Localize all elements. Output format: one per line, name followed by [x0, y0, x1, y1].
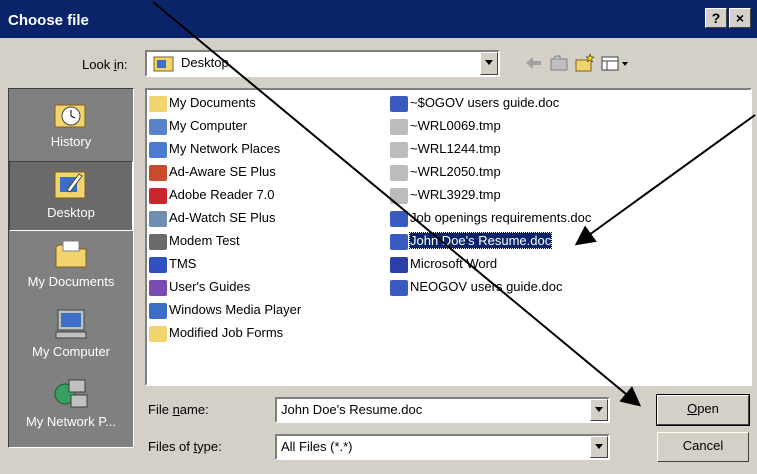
my-documents-icon — [149, 95, 167, 112]
file-name-input[interactable]: John Doe's Resume.doc — [275, 397, 610, 423]
file-list-item[interactable]: Ad-Watch SE Plus — [149, 207, 275, 229]
file-name-text: My Documents — [169, 95, 256, 110]
file-name-text: User's Guides — [169, 279, 251, 294]
place-desktop[interactable]: Desktop — [9, 161, 133, 231]
folder-icon — [55, 240, 87, 268]
tmp-file-icon — [390, 118, 408, 135]
file-list-item[interactable]: User's Guides — [149, 276, 250, 298]
window-title: Choose file — [8, 12, 89, 29]
word-doc-icon — [390, 233, 408, 250]
file-name-text: Adobe Reader 7.0 — [169, 187, 275, 202]
word-doc-icon — [390, 279, 408, 296]
help-button[interactable]: ? — [705, 8, 727, 28]
users-guides-icon — [149, 279, 167, 296]
look-in-dropdown-arrow[interactable] — [480, 52, 498, 75]
file-name-text: ~WRL1244.tmp — [410, 141, 501, 156]
file-name-text: Windows Media Player — [169, 302, 302, 317]
tmp-file-icon — [390, 187, 408, 204]
ad-watch-icon — [149, 210, 167, 227]
file-name-text: Job openings requirements.doc — [410, 210, 592, 225]
file-name-text: ~WRL0069.tmp — [410, 118, 501, 133]
modem-test-icon — [149, 233, 167, 250]
places-bar: History Desktop My Documents My Computer… — [8, 88, 134, 448]
network-icon — [54, 379, 88, 408]
place-my-documents[interactable]: My Documents — [9, 231, 133, 301]
file-list-item[interactable]: John Doe's Resume.doc — [390, 230, 553, 252]
file-list-item[interactable]: My Computer — [149, 115, 247, 137]
word-doc-icon — [390, 210, 408, 227]
word-app-icon — [390, 256, 408, 273]
back-icon[interactable] — [522, 52, 544, 74]
cancel-button[interactable]: Cancel — [657, 432, 749, 462]
file-name-text: NEOGOV users guide.doc — [410, 279, 563, 294]
desktop-icon — [54, 171, 86, 199]
file-list-item[interactable]: Job openings requirements.doc — [390, 207, 591, 229]
place-my-computer[interactable]: My Computer — [9, 301, 133, 371]
file-list-item[interactable]: NEOGOV users guide.doc — [390, 276, 562, 298]
file-type-label: Files of type: — [148, 439, 222, 454]
tms-icon — [149, 256, 167, 273]
file-list-item[interactable]: Windows Media Player — [149, 299, 301, 321]
look-in-combo[interactable]: Desktop — [145, 50, 500, 77]
word-doc-icon — [390, 95, 408, 112]
file-list-item[interactable]: ~WRL0069.tmp — [390, 115, 501, 137]
title-bar: Choose file ? × — [0, 0, 757, 38]
file-name-text: ~$OGOV users guide.doc — [410, 95, 560, 110]
my-computer-icon — [149, 118, 167, 135]
file-name-dropdown-arrow[interactable] — [590, 399, 608, 421]
folder-icon — [149, 325, 167, 342]
open-button[interactable]: Open — [656, 394, 750, 426]
tmp-file-icon — [390, 141, 408, 158]
file-name-text: John Doe's Resume.doc — [408, 232, 553, 249]
computer-icon — [55, 309, 87, 339]
desktop-icon — [153, 56, 174, 72]
file-list-item[interactable]: ~WRL1244.tmp — [390, 138, 501, 160]
adobe-reader-icon — [149, 187, 167, 204]
file-list-item[interactable]: ~$OGOV users guide.doc — [390, 92, 559, 114]
file-name-text: Modem Test — [169, 233, 240, 248]
file-name-text: Ad-Watch SE Plus — [169, 210, 276, 225]
file-name-text: Modified Job Forms — [169, 325, 284, 340]
ad-aware-icon — [149, 164, 167, 181]
file-list-item[interactable]: Microsoft Word — [390, 253, 497, 275]
up-folder-icon[interactable] — [548, 52, 570, 74]
file-list-item[interactable]: Adobe Reader 7.0 — [149, 184, 275, 206]
look-in-label: Look in: — [82, 57, 128, 72]
file-list-item[interactable]: My Documents — [149, 92, 256, 114]
file-name-text: ~WRL2050.tmp — [410, 164, 501, 179]
file-name-text: Ad-Aware SE Plus — [169, 164, 276, 179]
file-name-text: My Network Places — [169, 141, 281, 156]
file-list-item[interactable]: TMS — [149, 253, 196, 275]
file-name-text: ~WRL3929.tmp — [410, 187, 501, 202]
place-my-network[interactable]: My Network P... — [9, 371, 133, 441]
history-icon — [54, 104, 86, 128]
file-name-text: TMS — [169, 256, 197, 271]
view-menu-icon[interactable] — [600, 52, 632, 74]
tmp-file-icon — [390, 164, 408, 181]
place-history[interactable]: History — [9, 91, 133, 161]
file-name-label: File name: — [148, 402, 209, 417]
close-button[interactable]: × — [729, 8, 751, 28]
file-list-item[interactable]: ~WRL2050.tmp — [390, 161, 501, 183]
file-list-item[interactable]: Ad-Aware SE Plus — [149, 161, 276, 183]
file-list-item[interactable]: ~WRL3929.tmp — [390, 184, 501, 206]
file-list-item[interactable]: My Network Places — [149, 138, 280, 160]
file-type-dropdown-arrow[interactable] — [590, 436, 608, 458]
network-places-icon — [149, 141, 167, 158]
look-in-value: Desktop — [181, 55, 229, 70]
file-name-text: My Computer — [169, 118, 248, 133]
file-list-item[interactable]: Modem Test — [149, 230, 240, 252]
file-list[interactable]: My Documents My Computer My Network Places… — [145, 88, 752, 386]
file-list-item[interactable]: Modified Job Forms — [149, 322, 283, 344]
file-type-select[interactable]: All Files (*.*) — [275, 434, 610, 460]
media-player-icon — [149, 302, 167, 319]
file-name-text: Microsoft Word — [410, 256, 498, 271]
new-folder-icon[interactable] — [574, 52, 596, 74]
